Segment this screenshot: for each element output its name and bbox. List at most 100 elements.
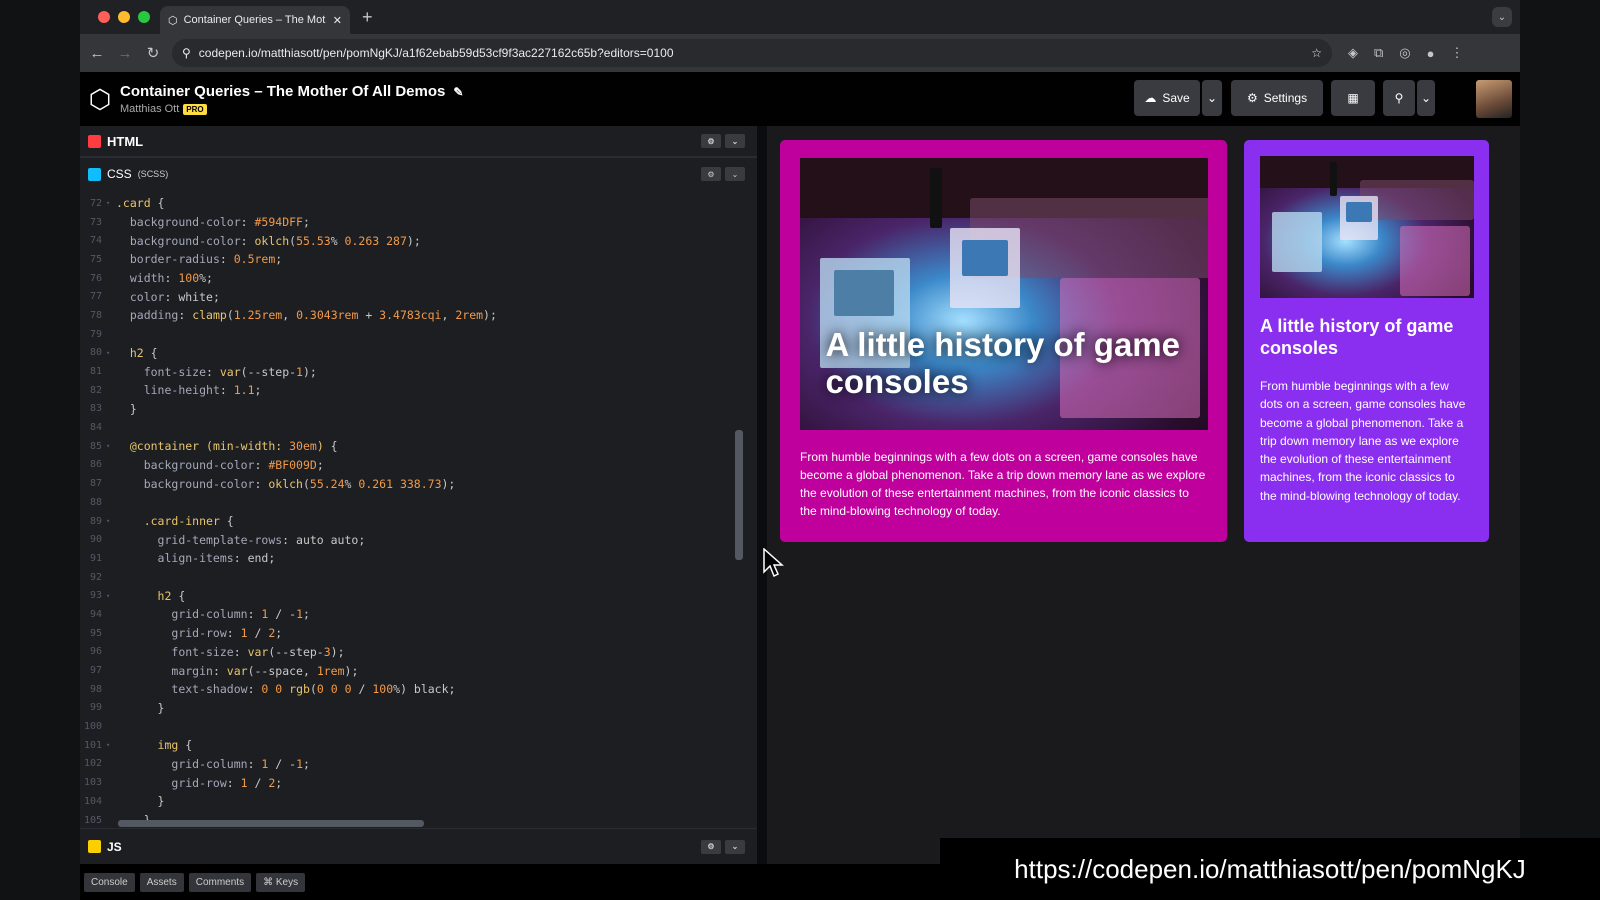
keys-button[interactable]: ⌘ Keys xyxy=(256,872,306,892)
code-line[interactable]: 101 ▾ img { xyxy=(80,736,740,755)
close-window-button[interactable] xyxy=(98,11,110,23)
fold-arrow-icon[interactable]: ▾ xyxy=(106,592,116,600)
code-line[interactable]: 78 padding: clamp(1.25rem, 0.3043rem + 3… xyxy=(80,306,740,325)
extension-icon[interactable]: ◈ xyxy=(1348,45,1358,61)
code-line[interactable]: 93 ▾ h2 { xyxy=(80,586,740,605)
code-line[interactable]: 72 ▾ .card { xyxy=(80,194,740,213)
tab-search-icon[interactable]: ⌄ xyxy=(1492,7,1512,27)
code-line[interactable]: 99 } xyxy=(80,699,740,718)
code-text: background-color: oklch(55.24% 0.261 338… xyxy=(143,476,456,491)
minimize-window-button[interactable] xyxy=(118,11,130,23)
reload-icon[interactable]: ↻ xyxy=(142,44,164,62)
code-line[interactable]: 77 color: white; xyxy=(80,287,740,306)
tab-strip: ⬡ Container Queries – The Mot ✕ + ⌄ xyxy=(80,0,1520,34)
code-line[interactable]: 96 font-size: var(--step-3); xyxy=(80,643,740,662)
user-avatar[interactable] xyxy=(1476,80,1512,118)
code-line[interactable]: 73 background-color: #594DFF; xyxy=(80,213,740,232)
fold-arrow-icon[interactable]: ▾ xyxy=(106,517,116,525)
css-code-area[interactable]: 72 ▾ .card {73 background-color: #594DFF; 7… xyxy=(80,194,740,828)
fold-arrow-icon[interactable]: ▾ xyxy=(106,199,116,207)
css-collapse-icon[interactable]: ⌄ xyxy=(725,167,745,181)
sync-icon[interactable]: ◎ xyxy=(1399,45,1410,61)
html-collapse-icon[interactable]: ⌄ xyxy=(725,134,745,148)
author-name[interactable]: Matthias Ott xyxy=(120,103,179,115)
code-text: } xyxy=(116,401,137,416)
code-line[interactable]: 104 } xyxy=(80,792,740,811)
code-line[interactable]: 81 font-size: var(--step-1); xyxy=(80,362,740,381)
code-line[interactable]: 97 margin: var(--space, 1rem); xyxy=(80,661,740,680)
css-settings-icon[interactable]: ⚙ xyxy=(701,167,721,181)
code-line[interactable]: 80 ▾ h2 { xyxy=(80,344,740,363)
code-line[interactable]: 79 xyxy=(80,325,740,344)
js-editor-header[interactable]: JS ⚙ ⌄ xyxy=(80,828,757,864)
code-line[interactable]: 83 } xyxy=(80,400,740,419)
code-line[interactable]: 90 grid-template-rows: auto auto; xyxy=(80,530,740,549)
css-editor-header[interactable]: CSS (SCSS) ⚙ ⌄ xyxy=(80,158,757,190)
layout-icon: ▦ xyxy=(1347,91,1359,105)
code-text: width: 100%; xyxy=(129,271,213,286)
code-line[interactable]: 84 xyxy=(80,418,740,437)
edit-title-icon[interactable]: ✎ xyxy=(453,85,463,99)
code-line[interactable]: 94 grid-column: 1 / -1; xyxy=(80,605,740,624)
code-line[interactable]: 87 background-color: oklch(55.24% 0.261 … xyxy=(80,474,740,493)
code-line[interactable]: 100 xyxy=(80,717,740,736)
code-line[interactable]: 98 text-shadow: 0 0 rgb(0 0 0 / 100%) bl… xyxy=(80,680,740,699)
back-icon[interactable]: ← xyxy=(86,45,108,62)
code-line[interactable]: 86 background-color: #BF009D; xyxy=(80,456,740,475)
url-input[interactable]: ⚲ codepen.io/matthiasott/pen/pomNgKJ/a1f… xyxy=(172,39,1332,67)
pen-info: Container Queries – The Mother Of All De… xyxy=(120,83,463,115)
code-line[interactable]: 75 border-radius: 0.5rem; xyxy=(80,250,740,269)
code-line[interactable]: 89 ▾ .card-inner { xyxy=(80,512,740,531)
code-line[interactable]: 74 background-color: oklch(55.53% 0.263 … xyxy=(80,231,740,250)
profile-icon[interactable]: ● xyxy=(1427,46,1435,61)
layout-button[interactable]: ▦ xyxy=(1331,80,1375,116)
code-line[interactable]: 82 line-height: 1.1; xyxy=(80,381,740,400)
code-line[interactable]: 103 grid-row: 1 / 2; xyxy=(80,773,740,792)
bookmark-star-icon[interactable]: ☆ xyxy=(1311,46,1322,60)
code-line[interactable]: 88 xyxy=(80,493,740,512)
code-line[interactable]: 95 grid-row: 1 / 2; xyxy=(80,624,740,643)
code-text: grid-column: 1 / -1; xyxy=(171,756,310,771)
save-dropdown-button[interactable]: ⌄ xyxy=(1202,80,1222,116)
js-collapse-icon[interactable]: ⌄ xyxy=(725,839,745,854)
browser-menu-icon[interactable]: ⋮ xyxy=(1451,45,1464,61)
code-text: background-color: oklch(55.53% 0.263 287… xyxy=(129,233,421,248)
resize-divider[interactable] xyxy=(757,126,767,900)
codepen-logo-icon[interactable]: ⬡ xyxy=(80,84,120,115)
horizontal-scrollbar[interactable] xyxy=(118,820,424,827)
forward-icon[interactable]: → xyxy=(114,45,136,62)
save-button[interactable]: ☁ Save xyxy=(1134,80,1200,116)
pen-title[interactable]: Container Queries – The Mother Of All De… xyxy=(120,83,445,100)
line-number: 75 xyxy=(89,253,102,265)
fold-arrow-icon[interactable]: ▾ xyxy=(106,349,116,357)
vertical-scrollbar[interactable] xyxy=(735,430,743,560)
fold-arrow-icon[interactable]: ▾ xyxy=(106,442,116,450)
new-tab-icon[interactable]: + xyxy=(362,7,373,28)
html-editor-header[interactable]: HTML ⚙ ⌄ xyxy=(80,126,757,158)
code-line[interactable]: 102 grid-column: 1 / -1; xyxy=(80,755,740,774)
code-text: grid-row: 1 / 2; xyxy=(171,626,283,641)
site-info-icon[interactable]: ⚲ xyxy=(182,46,191,60)
line-number: 78 xyxy=(89,309,102,321)
code-text: grid-template-rows: auto auto; xyxy=(157,532,366,547)
maximize-window-button[interactable] xyxy=(138,11,150,23)
browser-tab[interactable]: ⬡ Container Queries – The Mot ✕ xyxy=(160,6,350,34)
code-line[interactable]: 92 xyxy=(80,568,740,587)
code-line[interactable]: 85 ▾ @container (min-width: 30em) { xyxy=(80,437,740,456)
settings-button[interactable]: ⚙ Settings xyxy=(1231,80,1323,116)
pin-dropdown-button[interactable]: ⌄ xyxy=(1417,80,1435,116)
js-label: JS xyxy=(107,839,122,854)
pin-button[interactable]: ⚲ xyxy=(1383,80,1415,116)
code-line[interactable]: 76 width: 100%; xyxy=(80,269,740,288)
html-settings-icon[interactable]: ⚙ xyxy=(701,134,721,148)
console-button[interactable]: Console xyxy=(84,872,135,892)
extensions-puzzle-icon[interactable]: ⧉ xyxy=(1374,45,1383,61)
assets-button[interactable]: Assets xyxy=(139,872,184,892)
code-line[interactable]: 91 align-items: end; xyxy=(80,549,740,568)
close-tab-icon[interactable]: ✕ xyxy=(333,14,342,27)
comments-button[interactable]: Comments xyxy=(188,872,252,892)
codepen-favicon-icon: ⬡ xyxy=(168,14,178,27)
fold-arrow-icon[interactable]: ▾ xyxy=(106,741,116,749)
card-large-title: A little history of game consoles xyxy=(825,326,1181,400)
js-settings-icon[interactable]: ⚙ xyxy=(701,839,721,854)
